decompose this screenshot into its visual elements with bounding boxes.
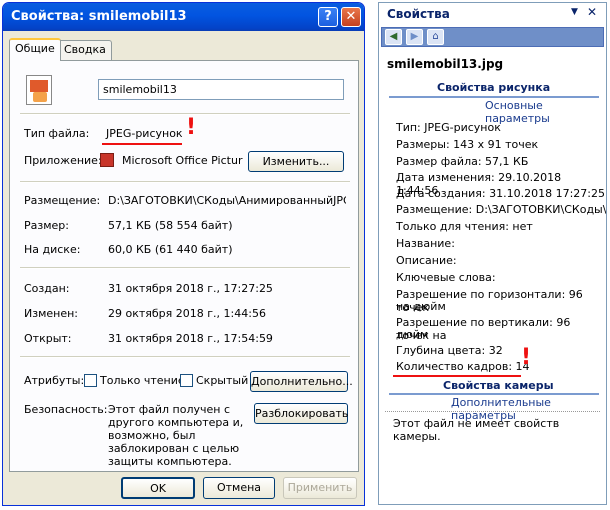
size-label: Размер:: [24, 219, 69, 232]
prop-description: Описание:: [396, 254, 457, 267]
exclamation-mark: !: [521, 345, 532, 370]
basic-params-link[interactable]: Основные параметры: [485, 99, 606, 125]
office-picture-icon: [100, 153, 114, 167]
hidden-checkbox[interactable]: [180, 374, 193, 387]
prop-color-depth: Глубина цвета: 32: [396, 344, 503, 357]
forward-icon[interactable]: ▶: [406, 29, 423, 45]
divider: [20, 356, 350, 358]
created-value: 31 октября 2018 г., 17:27:25: [108, 282, 273, 295]
disk-size-value: 60,0 КБ (61 440 байт): [108, 243, 233, 256]
prop-title: Название:: [396, 237, 455, 250]
home-icon[interactable]: ⌂: [427, 29, 444, 45]
red-underline: [393, 375, 521, 377]
hidden-label[interactable]: Скрытый: [196, 374, 248, 387]
app-label: Приложение:: [24, 154, 102, 167]
prop-hres-line2: на дюйм: [396, 300, 446, 313]
readonly-checkbox[interactable]: [84, 374, 97, 387]
divider: [20, 181, 350, 183]
filename-input[interactable]: smilemobil13: [98, 79, 344, 100]
security-text: Этот файл получен с другого компьютера и…: [108, 403, 244, 468]
apply-button[interactable]: Применить: [283, 477, 357, 499]
size-value: 57,1 КБ (58 554 байт): [108, 219, 233, 232]
readonly-label[interactable]: Только чтение: [100, 374, 185, 387]
divider: [20, 113, 350, 115]
dialog-title: Свойства: smilemobil13: [11, 9, 187, 24]
divider: [389, 96, 599, 98]
no-camera-text: Этот файл не имеет свойств камеры.: [393, 417, 560, 443]
prop-file-size: Размер файла: 57,1 КБ: [396, 155, 529, 168]
properties-task-pane: Свойства ▼ ✕ ◀ ▶ ⌂ smilemobil13.jpg Свой…: [378, 2, 607, 505]
disk-size-label: На диске:: [24, 243, 81, 256]
title-bar[interactable]: Свойства: smilemobil13 ? ✕: [3, 3, 364, 31]
created-label: Создан:: [24, 282, 70, 295]
change-button[interactable]: Изменить...: [248, 151, 344, 172]
app-value: Microsoft Office Pictur: [122, 154, 243, 167]
back-icon[interactable]: ◀: [385, 29, 402, 45]
pane-filename: smilemobil13.jpg: [387, 57, 504, 71]
prop-created: Дата создания: 31.10.2018 17:27:25: [396, 187, 605, 200]
location-label: Размещение:: [24, 194, 101, 207]
advanced-button[interactable]: Дополнительно...: [250, 371, 353, 392]
opened-value: 31 октября 2018 г., 17:54:59: [108, 332, 273, 345]
help-icon[interactable]: ?: [318, 7, 338, 27]
prop-keywords: Ключевые слова:: [396, 271, 496, 284]
opened-label: Открыт:: [24, 332, 72, 345]
properties-dialog: Свойства: smilemobil13 ? ✕ Общие Сводка …: [2, 2, 365, 506]
tab-panel: smilemobil13 Тип файла: JPEG-рисунок ! П…: [9, 60, 359, 472]
camera-properties-heading: Свойства камеры: [443, 379, 554, 392]
file-type-label: Тип файла:: [24, 127, 90, 140]
unblock-button[interactable]: Разблокировать: [254, 403, 348, 424]
pane-toolbar: ◀ ▶ ⌂: [381, 27, 604, 47]
attributes-label: Атрибуты:: [24, 374, 85, 387]
image-properties-heading: Свойства рисунка: [437, 81, 551, 94]
divider: [389, 393, 599, 395]
cancel-button[interactable]: Отмена: [203, 477, 275, 499]
chevron-down-icon[interactable]: ▼: [571, 7, 578, 17]
prop-type: Тип: JPEG-рисунок: [396, 121, 501, 134]
close-icon[interactable]: ✕: [587, 5, 597, 19]
exclamation-mark: !: [186, 115, 197, 140]
prop-dimensions: Размеры: 143 x 91 точек: [396, 138, 539, 151]
prop-readonly: Только для чтения: нет: [396, 220, 533, 233]
ok-button[interactable]: OK: [121, 477, 195, 499]
tab-general[interactable]: Общие: [9, 38, 61, 61]
prop-vres-line2: дюйм: [396, 328, 429, 341]
divider: [20, 267, 350, 269]
tab-summary[interactable]: Сводка: [58, 40, 112, 60]
close-icon[interactable]: ✕: [341, 7, 361, 27]
modified-label: Изменен:: [24, 307, 79, 320]
red-underline: [102, 143, 182, 145]
pane-title: Свойства: [387, 7, 450, 21]
prop-location: Размещение: D:\ЗАГОТОВКИ\СКоды\: [396, 203, 606, 216]
location-value: D:\ЗАГОТОВКИ\СКоды\АнимированныйJPG: [108, 194, 346, 207]
security-label: Безопасность:: [24, 403, 108, 416]
divider: [385, 411, 600, 412]
modified-value: 29 октября 2018 г., 1:44:56: [108, 307, 266, 320]
pane-header: Свойства ▼ ✕: [379, 3, 606, 25]
prop-frame-count: Количество кадров: 14: [396, 360, 530, 373]
jpeg-file-icon: [26, 75, 52, 105]
file-type-value: JPEG-рисунок: [106, 127, 183, 140]
